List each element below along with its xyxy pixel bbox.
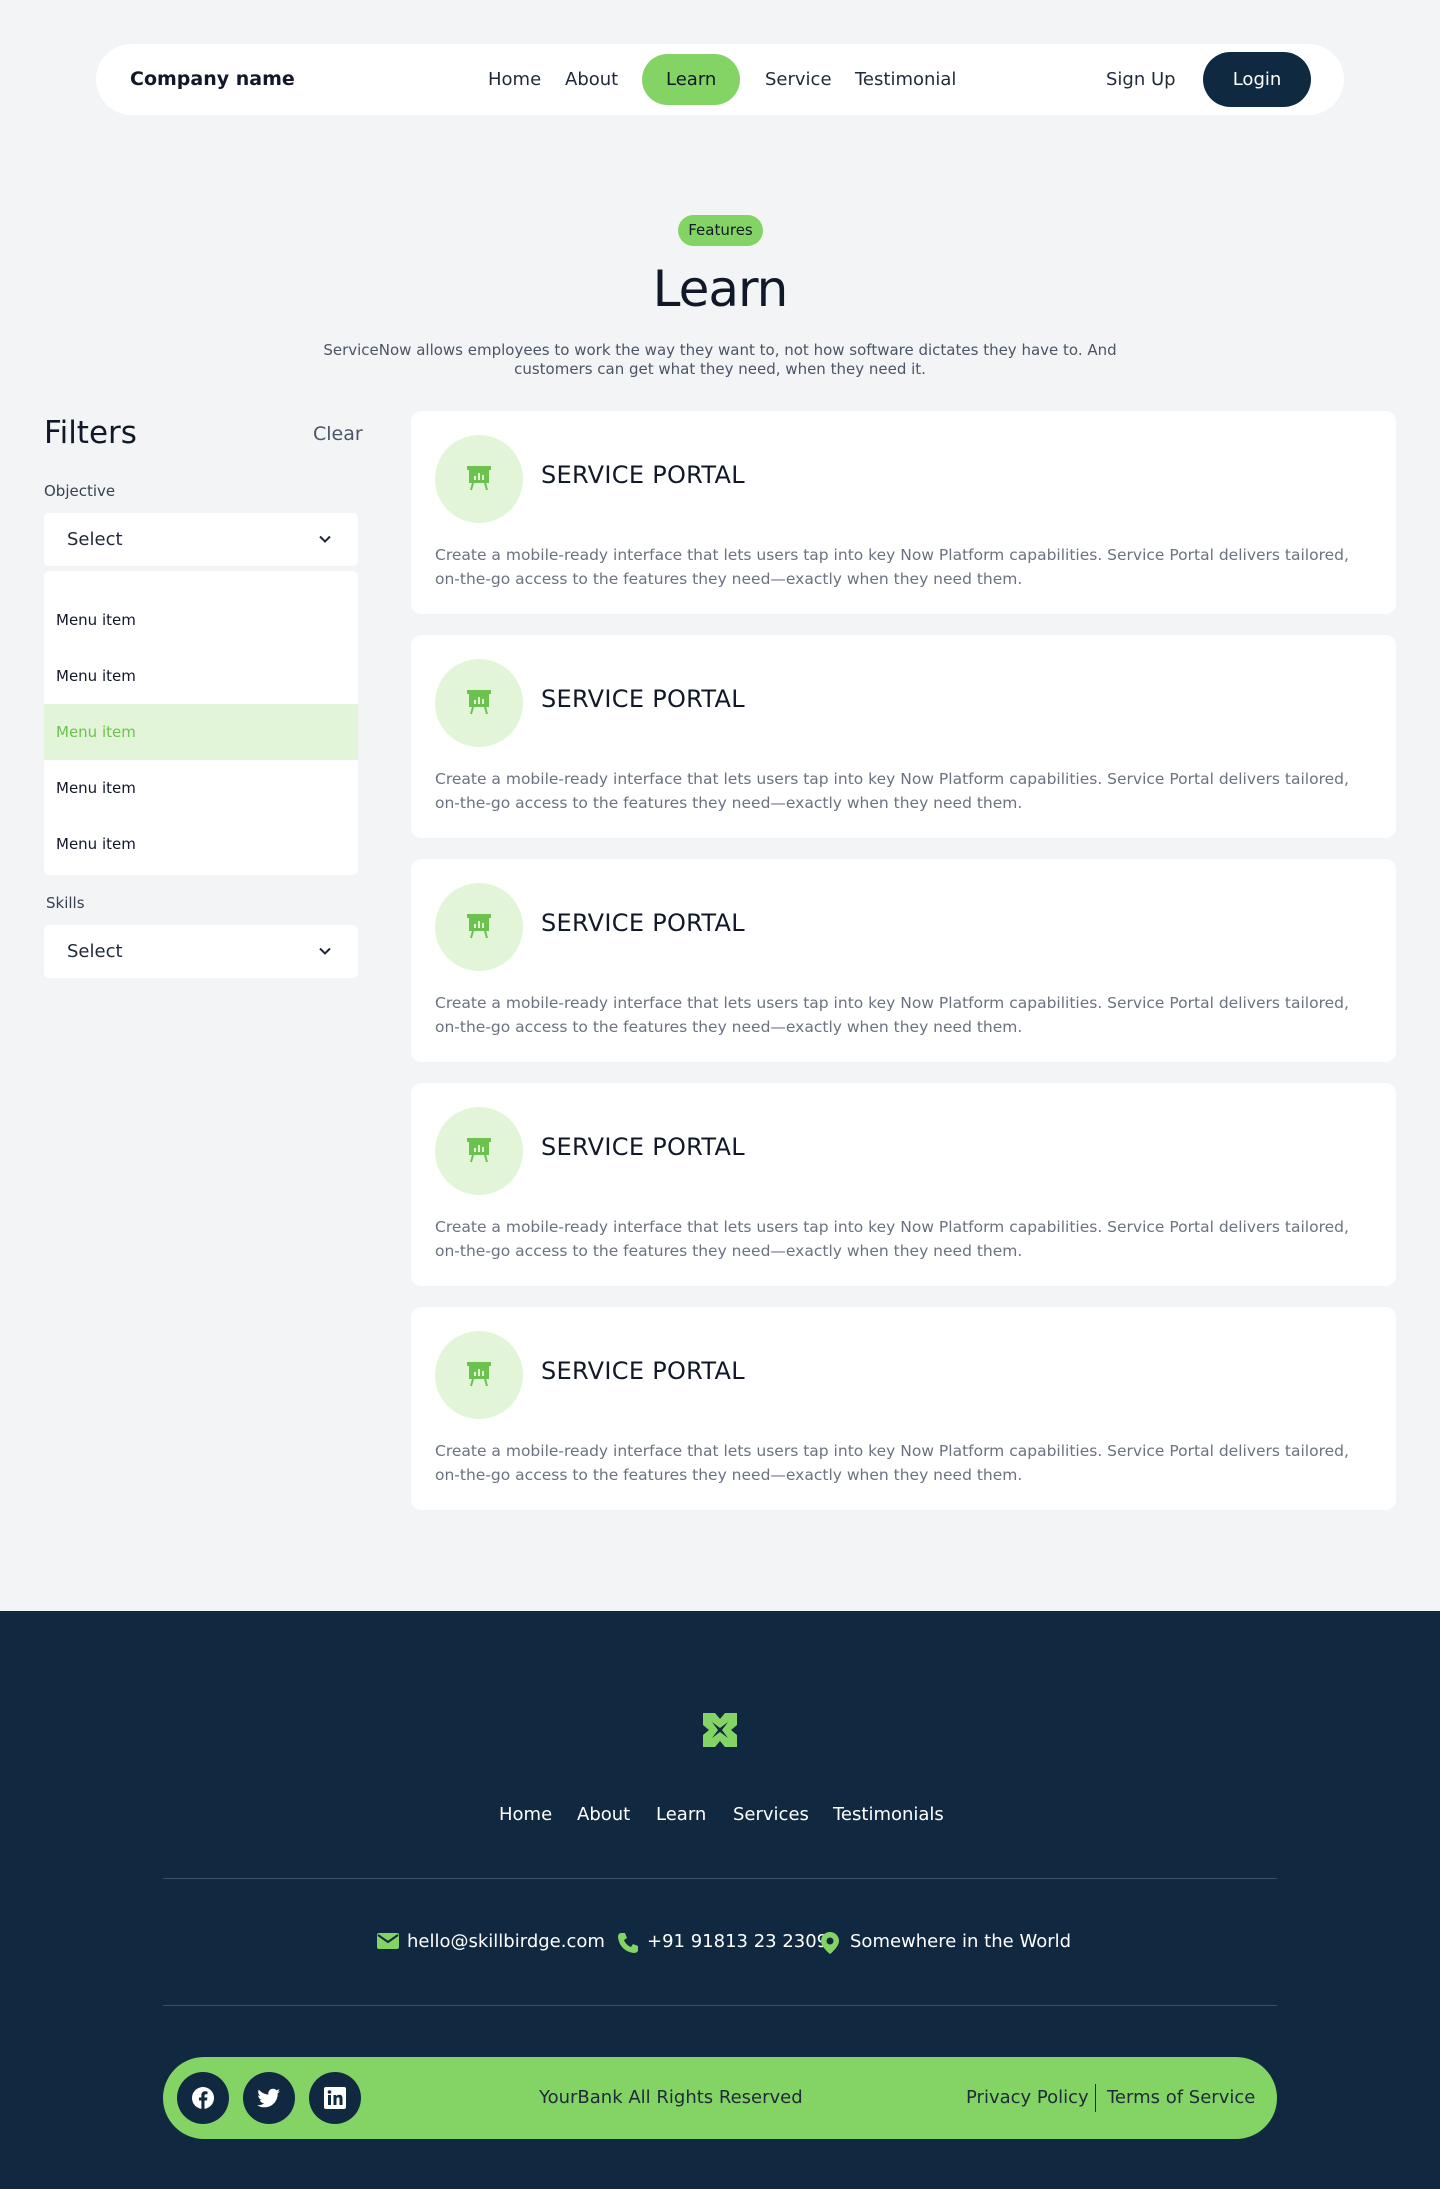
card-title: SERVICE PORTAL <box>541 1133 745 1161</box>
nav-link-about[interactable]: About <box>565 44 618 115</box>
chevron-down-icon <box>319 535 331 543</box>
card-icon-circle <box>435 883 523 971</box>
card-description: Create a mobile-ready interface that let… <box>435 546 1349 588</box>
footer-bottom-bar: YourBank All Rights Reserved Privacy Pol… <box>163 2057 1277 2139</box>
footer-divider <box>163 1878 1277 1879</box>
feature-card[interactable]: SERVICE PORTAL Create a mobile-ready int… <box>411 635 1396 838</box>
clear-filters-button[interactable]: Clear <box>313 423 363 445</box>
card-title: SERVICE PORTAL <box>541 1357 745 1385</box>
card-title: SERVICE PORTAL <box>541 461 745 489</box>
menu-item[interactable]: Menu item <box>44 760 358 816</box>
card-icon-circle <box>435 1107 523 1195</box>
footer-link-testimonials[interactable]: Testimonials <box>833 1804 944 1825</box>
footer-divider <box>163 2005 1277 2006</box>
presentation-chart-icon <box>467 914 491 939</box>
footer-link-services[interactable]: Services <box>733 1804 809 1825</box>
twitter-icon <box>257 2088 280 2108</box>
menu-item-highlighted[interactable]: Menu item <box>44 704 358 760</box>
card-description: Create a mobile-ready interface that let… <box>435 994 1349 1036</box>
skills-label: Skills <box>46 894 85 912</box>
contact-phone[interactable]: +91 91813 23 2309 <box>617 1929 828 1955</box>
company-logo-icon <box>703 1713 737 1747</box>
footer-link-home[interactable]: Home <box>499 1804 552 1825</box>
phone-icon <box>618 1933 638 1953</box>
envelope-icon <box>377 1933 399 1949</box>
contact-email[interactable]: hello@skillbirdge.com <box>377 1929 605 1955</box>
signup-link[interactable]: Sign Up <box>1106 44 1176 115</box>
feature-card[interactable]: SERVICE PORTAL Create a mobile-ready int… <box>411 1307 1396 1510</box>
nav-link-testimonial[interactable]: Testimonial <box>855 44 956 115</box>
skills-select-value: Select <box>67 941 123 962</box>
login-button[interactable]: Login <box>1203 52 1311 107</box>
objective-dropdown-menu: Menu item Menu item Menu item Menu item … <box>44 571 358 875</box>
objective-label: Objective <box>44 482 116 500</box>
presentation-chart-icon <box>467 690 491 715</box>
nav-link-learn-active[interactable]: Learn <box>642 54 741 105</box>
contact-location[interactable]: Somewhere in the World <box>821 1929 1071 1955</box>
chevron-down-icon <box>319 947 331 955</box>
map-pin-icon <box>821 1932 839 1954</box>
page-subtitle: ServiceNow allows employees to work the … <box>323 341 1117 378</box>
presentation-chart-icon <box>467 1362 491 1387</box>
contact-phone-text: +91 91813 23 2309 <box>647 1931 829 1952</box>
card-description: Create a mobile-ready interface that let… <box>435 770 1349 812</box>
card-title: SERVICE PORTAL <box>541 685 745 713</box>
presentation-chart-icon <box>467 466 491 491</box>
menu-item[interactable]: Menu item <box>44 592 358 648</box>
linkedin-button[interactable] <box>309 2072 361 2124</box>
feature-card[interactable]: SERVICE PORTAL Create a mobile-ready int… <box>411 859 1396 1062</box>
filters-title: Filters <box>44 415 137 451</box>
privacy-policy-link[interactable]: Privacy Policy <box>966 2057 1089 2139</box>
footer-link-learn[interactable]: Learn <box>656 1804 706 1825</box>
feature-card[interactable]: SERVICE PORTAL Create a mobile-ready int… <box>411 411 1396 614</box>
facebook-icon <box>192 2087 214 2109</box>
footer: Home About Learn Services Testimonials h… <box>0 1611 1440 2189</box>
objective-select-value: Select <box>67 529 123 550</box>
linkedin-icon <box>324 2087 346 2109</box>
twitter-button[interactable] <box>243 2072 295 2124</box>
menu-item[interactable]: Menu item <box>44 648 358 704</box>
facebook-button[interactable] <box>177 2072 229 2124</box>
copyright-text: YourBank All Rights Reserved <box>539 2087 803 2108</box>
nav-link-home[interactable]: Home <box>488 44 541 115</box>
footer-nav: Home About Learn Services Testimonials <box>0 1804 1440 1828</box>
menu-item[interactable]: Menu item <box>44 816 358 872</box>
nav-link-service[interactable]: Service <box>765 44 832 115</box>
footer-link-about[interactable]: About <box>577 1804 630 1825</box>
feature-card[interactable]: SERVICE PORTAL Create a mobile-ready int… <box>411 1083 1396 1286</box>
contact-email-text: hello@skillbirdge.com <box>407 1931 605 1952</box>
terms-of-service-link[interactable]: Terms of Service <box>1107 2057 1255 2139</box>
legal-separator <box>1095 2084 1096 2112</box>
card-description: Create a mobile-ready interface that let… <box>435 1218 1349 1260</box>
objective-select[interactable]: Select <box>44 513 358 566</box>
card-icon-circle <box>435 435 523 523</box>
card-icon-circle <box>435 1331 523 1419</box>
page-title: Learn <box>652 260 789 318</box>
presentation-chart-icon <box>467 1138 491 1163</box>
features-badge: Features <box>678 215 763 246</box>
contact-location-text: Somewhere in the World <box>850 1931 1072 1952</box>
card-description: Create a mobile-ready interface that let… <box>435 1442 1349 1484</box>
skills-select[interactable]: Select <box>44 925 358 978</box>
card-icon-circle <box>435 659 523 747</box>
top-navbar: Company name Home About Learn Service Te… <box>96 44 1344 115</box>
card-title: SERVICE PORTAL <box>541 909 745 937</box>
